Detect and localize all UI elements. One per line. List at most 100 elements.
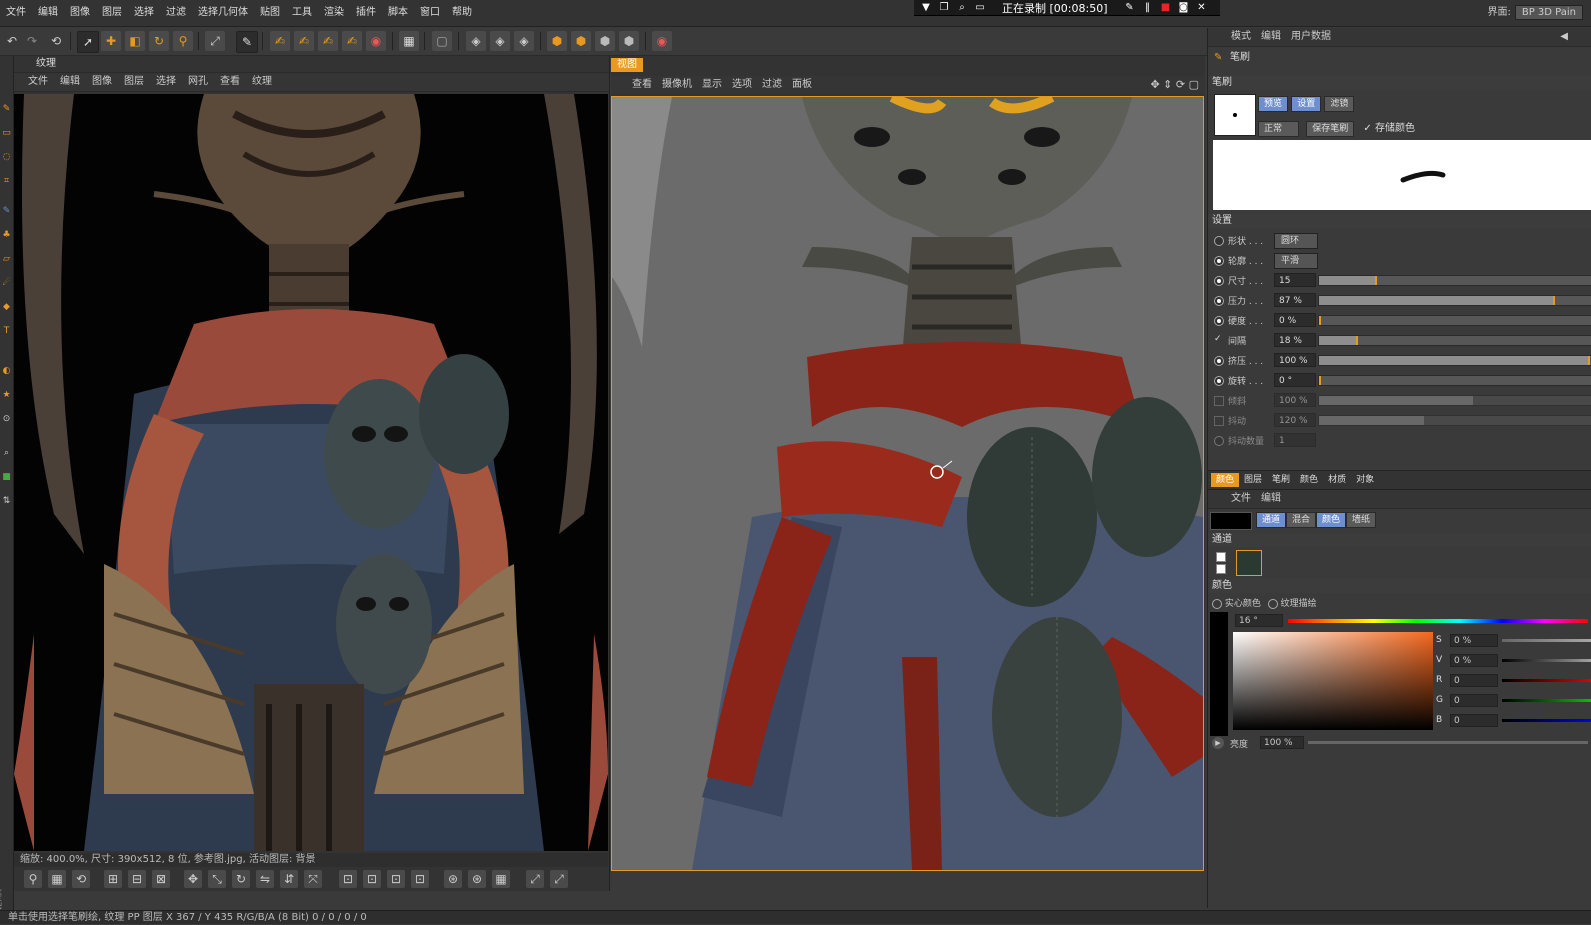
pan-icon[interactable]: ✥	[1150, 78, 1159, 91]
blend-mode-dropdown[interactable]: 正常	[1258, 121, 1300, 137]
hue-field[interactable]: 16 °	[1235, 614, 1283, 627]
tab-filter[interactable]: 滤镜	[1324, 96, 1355, 112]
grid-icon[interactable]: ▦	[48, 870, 66, 888]
uv-points-icon[interactable]: ⊞	[104, 870, 122, 888]
checker-alt-icon[interactable]: ◈	[490, 31, 510, 51]
tab-mode[interactable]: 模式	[1226, 28, 1256, 46]
brightness-value[interactable]: 100 %	[1260, 736, 1304, 749]
color-field-slider[interactable]	[1502, 719, 1591, 722]
paint-projection-icon[interactable]: ✍	[342, 31, 362, 51]
tab-channel[interactable]: 通道	[1256, 512, 1287, 528]
redo-icon[interactable]: ↷	[22, 31, 42, 51]
fill-icon[interactable]: ◆	[1, 302, 12, 313]
param-value[interactable]: 1	[1274, 433, 1316, 447]
menu-select[interactable]: 选择	[128, 0, 160, 26]
tab-color-mode[interactable]: 颜色	[1316, 512, 1347, 528]
color-field-value[interactable]: 0	[1450, 714, 1498, 727]
gradient-icon[interactable]: ◐	[1, 366, 12, 377]
smudge-icon[interactable]: ☄	[1, 278, 12, 289]
param-radio[interactable]	[1214, 376, 1224, 386]
uv-fit-icon[interactable]: ⤢	[550, 870, 568, 888]
viewport-tab[interactable]: 视图	[611, 58, 643, 72]
color-field-value[interactable]: 0	[1450, 694, 1498, 707]
uv-mesh-icon[interactable]: ⊠	[152, 870, 170, 888]
param-slider[interactable]	[1318, 355, 1591, 366]
region-icon[interactable]: ▭	[974, 2, 986, 13]
param-radio[interactable]	[1214, 316, 1224, 326]
save-brush-button[interactable]: 保存笔刷	[1306, 121, 1355, 137]
uv-weld-icon[interactable]: ⊡	[387, 870, 405, 888]
param-radio[interactable]	[1214, 276, 1224, 286]
color-field-value[interactable]: 0 %	[1450, 654, 1498, 667]
zoom-icon[interactable]: ⌕	[956, 2, 968, 13]
menu-tools[interactable]: 工具	[286, 0, 318, 26]
param-slider[interactable]	[1318, 315, 1591, 326]
menu-layer[interactable]: 图层	[96, 0, 128, 26]
solid-color-radio[interactable]	[1212, 598, 1222, 609]
viewport-menu-display[interactable]: 显示	[697, 76, 727, 94]
texture-menu-mesh[interactable]: 网孔	[182, 73, 214, 91]
color-field-slider[interactable]	[1502, 639, 1591, 642]
uv-rotate-icon[interactable]: ↻	[232, 870, 250, 888]
paint-render-icon[interactable]: ◉	[366, 31, 386, 51]
uv-optimal-icon[interactable]: ⊛	[444, 870, 462, 888]
bg-swatch[interactable]	[1216, 564, 1226, 574]
param-slider[interactable]	[1318, 275, 1591, 286]
param-value[interactable]: 120 %	[1274, 413, 1316, 427]
3d-viewport[interactable]	[611, 96, 1204, 871]
channel-thumbnail[interactable]	[1236, 550, 1262, 576]
color-field-value[interactable]: 0	[1450, 674, 1498, 687]
viewport-menu-options[interactable]: 选项	[727, 76, 757, 94]
tab-layers[interactable]: 图层	[1239, 473, 1267, 487]
close-icon[interactable]: ✕	[1195, 2, 1207, 13]
menu-script[interactable]: 脚本	[382, 0, 414, 26]
tab-colors[interactable]: 颜色	[1295, 473, 1323, 487]
param-value[interactable]: 15	[1274, 273, 1316, 287]
stamp-icon[interactable]: ♣	[1, 230, 12, 241]
uv-split-icon[interactable]: ⊡	[411, 870, 429, 888]
zoom-icon[interactable]: ⌕	[1, 448, 12, 459]
param-value[interactable]: 0 %	[1274, 313, 1316, 327]
color-field-slider[interactable]	[1502, 699, 1591, 702]
menu-file[interactable]: 文件	[0, 0, 32, 26]
pause-icon[interactable]: ‖	[1141, 2, 1153, 13]
texture-paint-radio[interactable]	[1267, 598, 1278, 609]
tab-objects[interactable]: 对象	[1351, 473, 1379, 487]
menu-texture[interactable]: 贴图	[254, 0, 286, 26]
cube-uv-icon[interactable]: ⬢	[619, 31, 639, 51]
maximize-icon[interactable]: ▢	[1189, 78, 1199, 91]
paint-layer-icon[interactable]: ✍	[318, 31, 338, 51]
cube-points-icon[interactable]: ⬢	[547, 31, 567, 51]
cube-polygons-icon[interactable]: ⬢	[595, 31, 615, 51]
texture-menu-file[interactable]: 文件	[22, 73, 54, 91]
color-field-slider[interactable]	[1502, 679, 1591, 682]
scale-tool-icon[interactable]: ◧	[125, 31, 145, 51]
filter-icon[interactable]: ⚲	[24, 870, 42, 888]
store-color-checkbox[interactable]: ✓ 存储颜色	[1363, 123, 1415, 134]
param-value[interactable]: 0 °	[1274, 373, 1316, 387]
uv-polygons-icon[interactable]: ⊟	[128, 870, 146, 888]
pen-icon[interactable]: ✎	[1123, 2, 1135, 13]
param-value[interactable]: 87 %	[1274, 293, 1316, 307]
uv-sphere-icon[interactable]: ⊛	[468, 870, 486, 888]
param-value[interactable]: 100 %	[1274, 393, 1316, 407]
viewport-menu-view[interactable]: 查看	[627, 76, 657, 94]
shape-dropdown[interactable]: 圆环	[1274, 233, 1319, 249]
texture-menu-select[interactable]: 选择	[150, 73, 182, 91]
param-radio[interactable]	[1214, 296, 1224, 306]
texture-menu-view[interactable]: 查看	[214, 73, 246, 91]
back-arrow-icon[interactable]: ◀	[1560, 28, 1568, 46]
menu-select-geometry[interactable]: 选择几何体	[192, 0, 254, 26]
param-checkbox[interactable]	[1214, 416, 1224, 426]
uv-flip-icon[interactable]: ⇵	[280, 870, 298, 888]
undo-icon[interactable]: ↶	[2, 31, 22, 51]
render-region-icon[interactable]: ▦	[399, 31, 419, 51]
menu-plugins[interactable]: 插件	[350, 0, 382, 26]
color-field-value[interactable]: 0 %	[1450, 634, 1498, 647]
slider-handle[interactable]	[1375, 276, 1377, 285]
color-field-slider[interactable]	[1502, 659, 1591, 662]
paint-mode-icon[interactable]: ✍	[294, 31, 314, 51]
saturation-value-picker[interactable]	[1233, 632, 1433, 730]
brush-preview-thumb[interactable]	[1214, 94, 1256, 136]
stop-icon[interactable]: ■	[1159, 2, 1171, 13]
